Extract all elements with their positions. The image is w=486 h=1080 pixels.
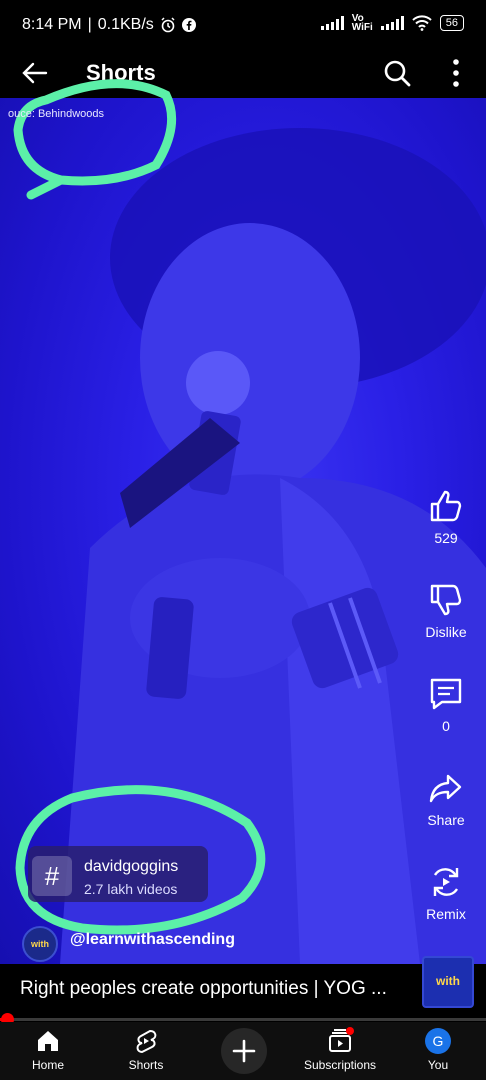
wifi-icon [412,15,432,31]
video-source-watermark: ouce: Behindwoods [8,108,105,120]
dislike-label: Dislike [425,624,467,640]
channel-handle[interactable]: @learnwithascending [70,931,235,949]
notification-dot [346,1027,354,1035]
plus-icon [232,1039,256,1063]
nav-you[interactable]: G You [398,1028,478,1072]
signal-icon-2 [380,16,404,30]
hashtag-name: davidgoggins [84,858,179,875]
nav-you-label: You [427,1058,449,1072]
thumbs-up-icon [430,490,462,522]
annotation-circle-top [13,79,177,200]
hashtag-chip[interactable]: # davidgoggins 2.7 lakh videos [28,846,208,902]
nav-subscriptions[interactable]: Subscriptions [300,1028,380,1072]
like-button[interactable]: 529 [411,488,481,546]
remix-icon [433,868,459,896]
status-left: 8:14 PM | 0.1KB/s [22,16,196,34]
video-title[interactable]: Right peoples create opportunities | YOG… [20,978,410,1000]
nav-shorts[interactable]: Shorts [106,1028,186,1072]
hashtag-video-count: 2.7 lakh videos [84,881,178,897]
hashtag-icon: # [32,856,72,896]
dislike-button[interactable]: Dislike [411,582,481,640]
status-time: 8:14 PM [22,16,82,33]
battery-icon: 56 [439,15,464,31]
more-options-icon[interactable] [444,56,468,90]
status-right: Vo WiFi 56 [320,13,464,33]
progress-track[interactable] [0,1018,486,1021]
nav-home[interactable]: Home [8,1028,88,1072]
comment-count: 0 [442,718,450,734]
search-icon[interactable] [382,58,412,88]
thumbs-down-icon [430,584,462,616]
nav-home-label: Home [31,1058,64,1072]
remix-button[interactable]: Remix [411,864,481,922]
network-speed: 0.1KB/s [97,16,154,33]
remix-label: Remix [426,906,466,922]
like-count: 529 [434,530,458,546]
channel-avatar[interactable]: with [22,926,58,962]
video-thumbnail[interactable]: with [422,956,474,1008]
nav-subscriptions-label: Subscriptions [303,1058,377,1072]
alarm-icon [161,17,175,33]
comment-icon [430,678,462,710]
shorts-icon [136,1029,157,1054]
share-icon [429,774,462,803]
signal-icon [320,16,344,30]
share-button[interactable]: Share [411,770,481,828]
home-icon [38,1031,58,1051]
create-button[interactable] [221,1028,267,1074]
facebook-icon [181,18,196,32]
nav-shorts-label: Shorts [128,1058,164,1072]
account-avatar: G [425,1028,451,1054]
vowifi-label: Vo WiFi [351,13,373,33]
comments-button[interactable]: 0 [411,676,481,734]
share-label: Share [427,812,465,828]
